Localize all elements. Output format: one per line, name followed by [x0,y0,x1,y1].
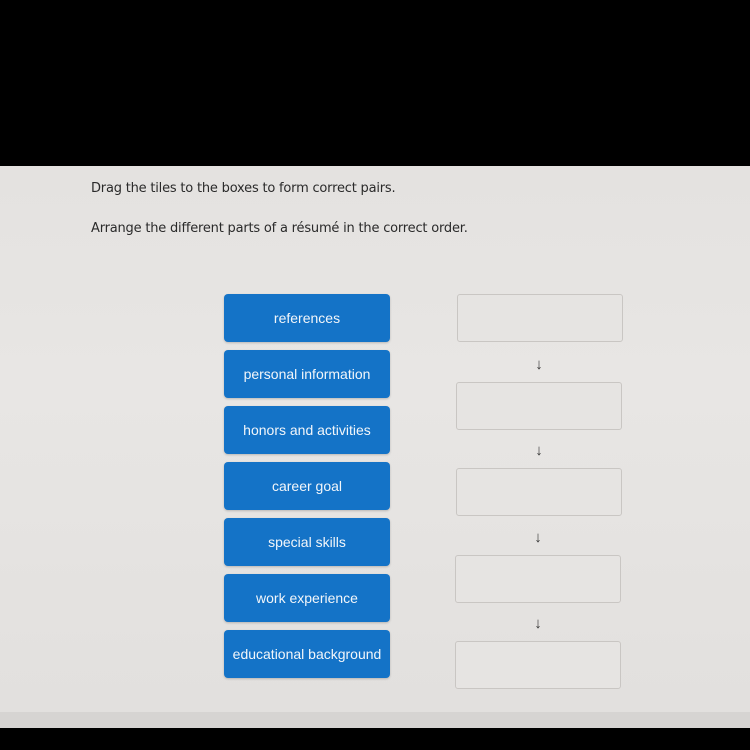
tile-references[interactable]: references [224,294,390,342]
drop-box-2[interactable] [456,382,622,430]
tile-educational-background[interactable]: educational background [224,630,390,678]
drop-box-1[interactable] [457,294,623,342]
tile-honors-and-activities[interactable]: honors and activities [224,406,390,454]
drop-box-5[interactable] [455,641,621,689]
arrow-down-icon: ↓ [534,529,542,546]
tile-special-skills[interactable]: special skills [224,518,390,566]
tile-personal-information[interactable]: personal information [224,350,390,398]
drop-box-4[interactable] [455,555,621,603]
drop-box-3[interactable] [456,468,622,516]
arrow-down-icon: ↓ [535,442,543,459]
tile-work-experience[interactable]: work experience [224,574,390,622]
instruction-arrange: Arrange the different parts of a résumé … [91,221,468,236]
arrow-down-icon: ↓ [534,615,542,632]
bottom-bar [0,712,750,728]
arrow-down-icon: ↓ [535,356,543,373]
instruction-drag: Drag the tiles to the boxes to form corr… [91,181,396,196]
tile-career-goal[interactable]: career goal [224,462,390,510]
